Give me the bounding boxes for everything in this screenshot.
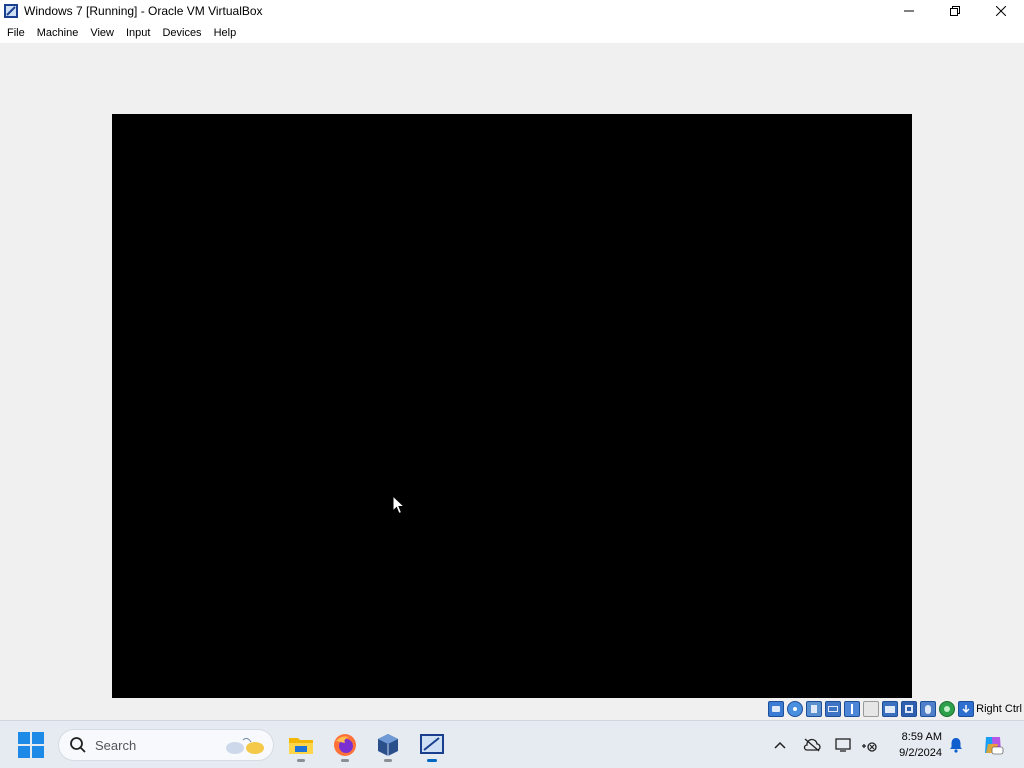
system-clock[interactable]: 8:59 AM 9/2/2024 xyxy=(899,729,942,761)
windows-logo-icon xyxy=(18,732,30,744)
vm-display-area xyxy=(0,43,1024,714)
menu-machine[interactable]: Machine xyxy=(32,25,84,41)
search-box[interactable]: Search xyxy=(58,729,274,761)
file-explorer-icon xyxy=(289,738,313,754)
virtualbox-icon xyxy=(2,2,20,20)
optical-drive-icon[interactable] xyxy=(787,701,803,717)
menu-input[interactable]: Input xyxy=(121,25,155,41)
menu-file[interactable]: File xyxy=(2,25,30,41)
taskbar: Search 8:59 AM 9/2/2024 xyxy=(0,720,1024,768)
mouse-integration-icon[interactable] xyxy=(920,701,936,717)
maximize-button[interactable] xyxy=(932,0,978,22)
menu-bar: File Machine View Input Devices Help xyxy=(0,22,1024,43)
audio-icon[interactable] xyxy=(806,701,822,717)
copilot-button[interactable] xyxy=(981,733,1005,757)
minimize-button[interactable] xyxy=(886,0,932,22)
usb-icon[interactable] xyxy=(844,701,860,717)
recording-icon[interactable] xyxy=(901,701,917,717)
window-title: Windows 7 [Running] - Oracle VM VirtualB… xyxy=(24,4,263,18)
chevron-up-icon xyxy=(774,741,786,749)
title-bar: Windows 7 [Running] - Oracle VM VirtualB… xyxy=(0,0,1024,22)
running-indicator xyxy=(341,759,349,762)
keyboard-icon[interactable] xyxy=(958,701,974,717)
display-icon[interactable] xyxy=(882,701,898,717)
vm-window-icon xyxy=(420,734,444,754)
network-disconnected-icon xyxy=(862,742,877,752)
status-bar: Right Ctrl xyxy=(0,698,1024,720)
search-highlight-icon xyxy=(226,737,264,754)
host-key-label: Right Ctrl xyxy=(976,703,1022,715)
cloud-off-icon xyxy=(803,738,821,752)
start-button[interactable] xyxy=(18,732,44,758)
copilot-icon xyxy=(985,737,1004,755)
mouse-cursor-icon xyxy=(392,495,405,515)
close-button[interactable] xyxy=(978,0,1024,22)
close-icon xyxy=(996,6,1006,16)
virtualbox-cube-icon xyxy=(378,734,398,756)
taskbar-firefox[interactable] xyxy=(327,727,363,763)
restore-icon xyxy=(950,6,960,16)
onedrive-tray[interactable] xyxy=(801,733,823,757)
running-indicator xyxy=(384,759,392,762)
running-indicator xyxy=(297,759,305,762)
hard-disk-icon[interactable] xyxy=(768,701,784,717)
search-placeholder: Search xyxy=(95,737,137,753)
firefox-icon xyxy=(334,734,356,756)
show-hidden-icons-button[interactable] xyxy=(769,733,791,757)
menu-devices[interactable]: Devices xyxy=(157,25,206,41)
cpu-icon[interactable] xyxy=(939,701,955,717)
menu-view[interactable]: View xyxy=(85,25,119,41)
minimize-icon xyxy=(904,10,914,12)
notifications-button[interactable] xyxy=(945,733,967,757)
shared-folders-icon[interactable] xyxy=(863,701,879,717)
display-tray[interactable] xyxy=(833,733,855,757)
clock-date: 9/2/2024 xyxy=(899,747,942,759)
taskbar-file-explorer[interactable] xyxy=(283,727,319,763)
active-indicator xyxy=(427,759,437,762)
network-icon[interactable] xyxy=(825,701,841,717)
monitor-icon xyxy=(835,738,851,752)
bell-icon xyxy=(950,738,962,753)
search-icon xyxy=(70,737,86,753)
clock-time: 8:59 AM xyxy=(901,731,942,743)
taskbar-virtualbox-vm[interactable] xyxy=(414,727,450,763)
menu-help[interactable]: Help xyxy=(209,25,242,41)
vm-screen[interactable] xyxy=(112,114,912,714)
taskbar-virtualbox-manager[interactable] xyxy=(370,727,406,763)
network-tray[interactable] xyxy=(858,733,880,757)
